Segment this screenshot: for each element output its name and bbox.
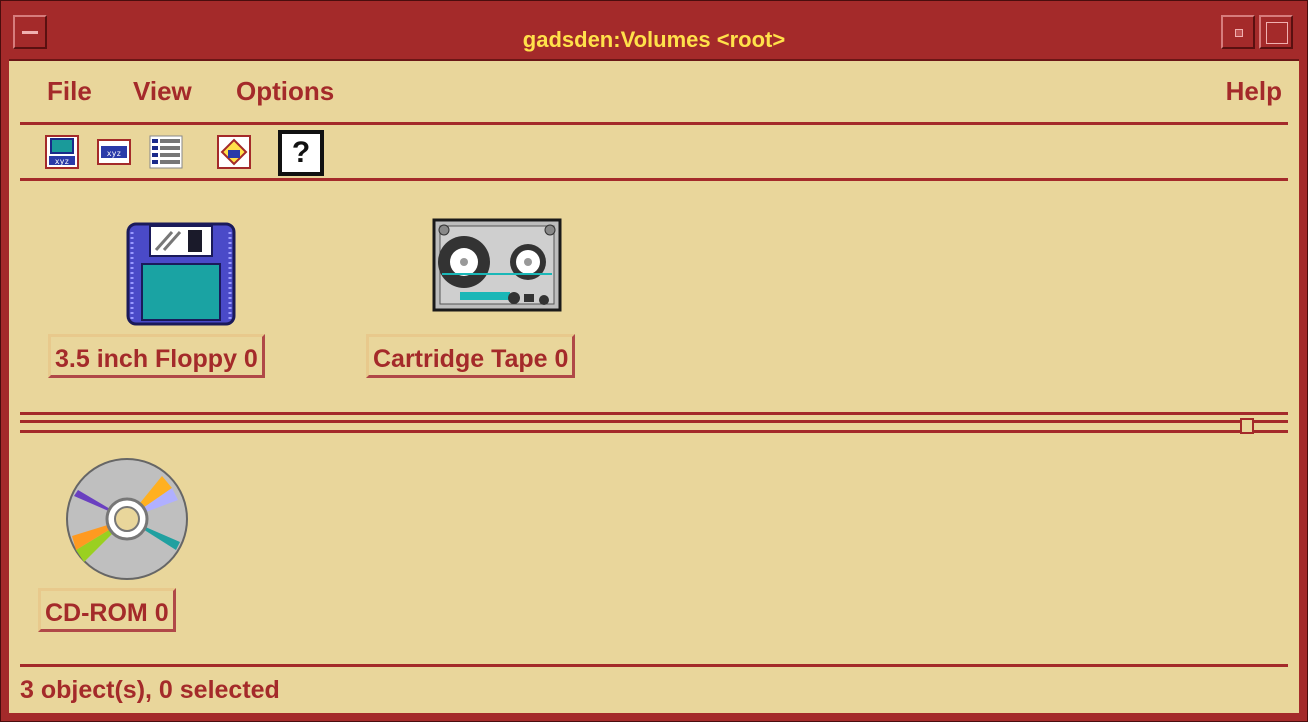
svg-text:xyz: xyz	[107, 149, 122, 158]
menu-file[interactable]: File	[47, 76, 92, 107]
divider-line-bottom	[20, 430, 1288, 433]
sash-handle[interactable]	[1240, 418, 1254, 434]
maximize-button[interactable]	[1259, 15, 1293, 49]
question-mark-icon: ?	[291, 136, 311, 169]
menu-help[interactable]: Help	[1226, 76, 1282, 107]
pane-divider[interactable]	[20, 418, 1288, 436]
large-icons-view-icon[interactable]: xyz	[44, 134, 80, 170]
divider-line-top	[20, 420, 1288, 423]
cd-rom-label[interactable]: CD-ROM 0	[38, 588, 176, 632]
cartridge-tape-icon[interactable]	[432, 218, 562, 317]
menu-bar: File View Options Help	[20, 68, 1288, 125]
menu-options[interactable]: Options	[236, 76, 334, 107]
cd-rom-icon[interactable]	[64, 456, 190, 587]
cartridge-tape-label[interactable]: Cartridge Tape 0	[366, 334, 576, 378]
status-bar: 3 object(s), 0 selected	[20, 676, 280, 704]
floppy-label[interactable]: 3.5 inch Floppy 0	[48, 334, 265, 378]
list-view-icon[interactable]	[148, 134, 184, 170]
removable-media-pane: 3.5 inch Floppy 0 Cartridge Tape 0	[20, 184, 1288, 415]
tree-view-icon[interactable]	[216, 134, 252, 170]
floppy-disk-icon[interactable]	[126, 222, 238, 331]
help-button[interactable]: ?	[278, 130, 324, 176]
toolbar: xyz xyz ?	[20, 128, 1288, 181]
menu-view[interactable]: View	[133, 76, 192, 107]
cd-media-pane: CD-ROM 0	[20, 440, 1288, 667]
small-icons-view-icon[interactable]: xyz	[96, 134, 132, 170]
svg-text:xyz: xyz	[55, 157, 70, 166]
window-title: gadsden:Volumes <root>	[522, 27, 786, 52]
title-bar[interactable]: gadsden:Volumes <root>	[9, 9, 1299, 61]
minimize-button[interactable]	[1221, 15, 1255, 49]
